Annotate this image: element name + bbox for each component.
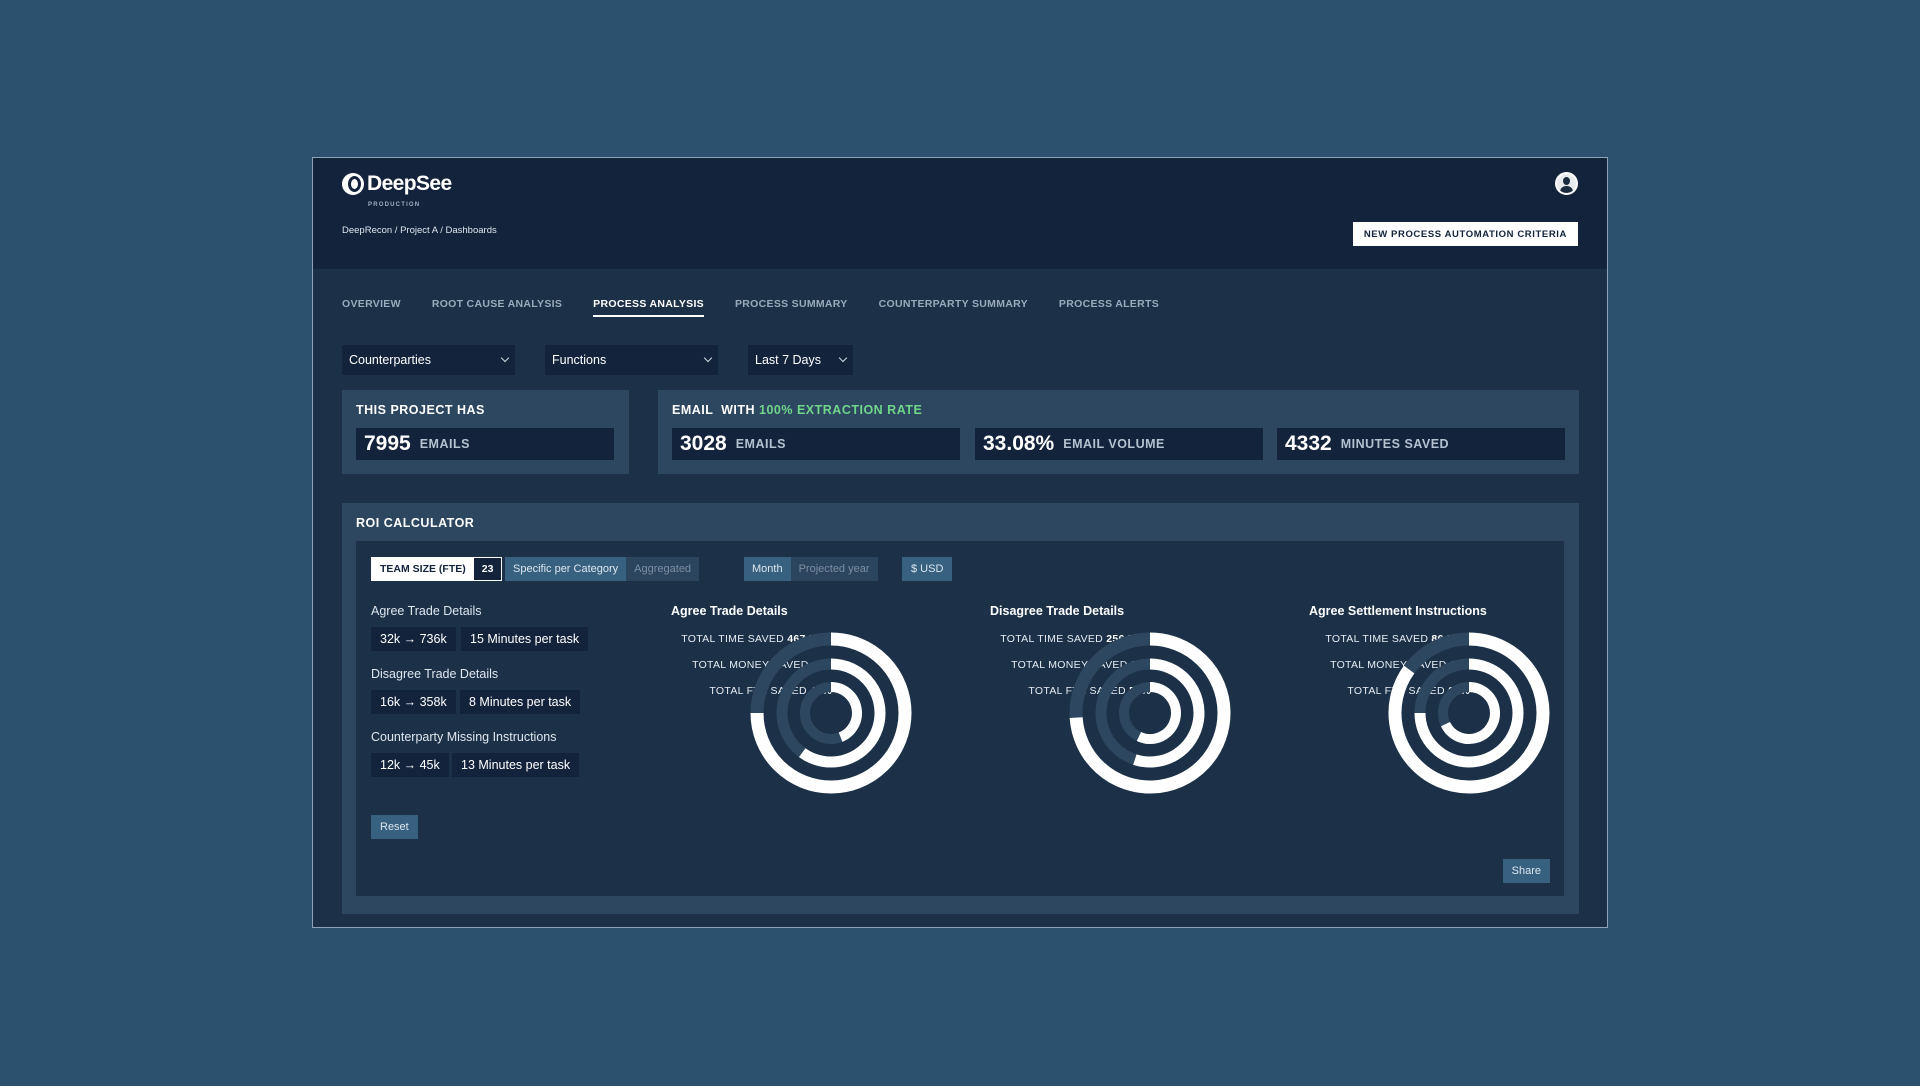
radial-bar-chart: [1388, 632, 1550, 794]
functions-select-value: Functions: [552, 353, 607, 367]
period-select-value: Last 7 Days: [755, 353, 822, 367]
stat-label: EMAILS: [735, 437, 786, 451]
user-avatar[interactable]: [1555, 172, 1578, 195]
category-time-per-task[interactable]: 15 Minutes per task: [461, 627, 589, 651]
deepsee-logo-icon: [342, 173, 364, 195]
chevron-down-icon: [500, 353, 510, 363]
tab-bar: OVERVIEW ROOT CAUSE ANALYSIS PROCESS ANA…: [342, 298, 1190, 317]
extraction-card: EMAIL WITH 100% EXTRACTION RATE 3028 EMA…: [658, 390, 1579, 474]
stat-label: MINUTES SAVED: [1340, 437, 1450, 451]
tab-counterparty-summary[interactable]: COUNTERPARTY SUMMARY: [879, 298, 1028, 317]
new-process-automation-criteria-button[interactable]: NEW PROCESS AUTOMATION CRITERIA: [1352, 222, 1578, 246]
breadcrumb[interactable]: DeepRecon / Project A / Dashboards: [342, 225, 497, 236]
app-name: DeepSee: [367, 172, 452, 195]
chart-title: Agree Settlement Instructions: [1309, 604, 1487, 618]
specific-per-category-option[interactable]: Specific per Category: [505, 557, 627, 581]
ring-total-fte-saved: [830, 682, 862, 742]
minutes-saved-stat: 4332 MINUTES SAVED: [1277, 428, 1565, 460]
stat-label: EMAIL VOLUME: [1063, 437, 1165, 451]
extraction-title: EMAIL WITH 100% EXTRACTION RATE: [672, 403, 922, 417]
reset-button[interactable]: Reset: [371, 815, 418, 839]
category-time-per-task[interactable]: 13 Minutes per task: [452, 753, 580, 777]
top-bar: DeepSee PRODUCTION DeepRecon / Project A…: [313, 158, 1607, 269]
counterparties-select-value: Counterparties: [349, 353, 431, 367]
category-name: Agree Trade Details: [371, 604, 482, 618]
project-summary-card: THIS PROJECT HAS 7995 EMAILS: [342, 390, 629, 474]
roi-calculator-title: ROI CALCULATOR: [356, 516, 475, 530]
project-emails-value: 7995: [364, 432, 411, 455]
ring-total-money-saved: [798, 658, 886, 768]
category-time-per-task[interactable]: 8 Minutes per task: [460, 690, 581, 714]
share-button[interactable]: Share: [1502, 859, 1550, 883]
functions-select[interactable]: Functions: [545, 345, 718, 375]
tab-process-analysis[interactable]: PROCESS ANALYSIS: [593, 298, 704, 317]
counterparties-select[interactable]: Counterparties: [342, 345, 515, 375]
logo[interactable]: DeepSee: [342, 172, 452, 196]
category-name: Disagree Trade Details: [371, 667, 499, 681]
extraction-rate-highlight: 100% EXTRACTION RATE: [759, 403, 923, 417]
app-window: DeepSee PRODUCTION DeepRecon / Project A…: [312, 157, 1608, 928]
environment-label: PRODUCTION: [368, 202, 421, 208]
tab-overview[interactable]: OVERVIEW: [342, 298, 401, 317]
tab-process-alerts[interactable]: PROCESS ALERTS: [1059, 298, 1159, 317]
month-option[interactable]: Month: [744, 557, 791, 581]
roi-calculator-card: ROI CALCULATOR TEAM SIZE (FTE) 23 Specif…: [342, 503, 1579, 914]
aggregated-option[interactable]: Aggregated: [626, 557, 699, 581]
filter-bar: Counterparties Functions Last 7 Days: [342, 345, 883, 375]
roi-calculator-panel: TEAM SIZE (FTE) 23 Specific per Category…: [356, 541, 1564, 896]
chevron-down-icon: [703, 353, 713, 363]
project-summary-title: THIS PROJECT HAS: [356, 403, 485, 417]
projected-year-option[interactable]: Projected year: [791, 557, 878, 581]
extraction-emails-stat: 3028 EMAILS: [672, 428, 960, 460]
team-size-label: TEAM SIZE (FTE): [380, 563, 466, 575]
team-size-input[interactable]: TEAM SIZE (FTE) 23: [371, 557, 503, 581]
radial-bar-chart: [750, 632, 912, 794]
stat-value: 4332: [1285, 432, 1332, 455]
category-range[interactable]: 32k → 736k: [371, 627, 456, 651]
chevron-down-icon: [838, 353, 848, 363]
category-range[interactable]: 12k → 45k: [371, 753, 449, 777]
chart-title: Agree Trade Details: [671, 604, 788, 618]
category-mode-toggle: Specific per Category Aggregated: [505, 557, 700, 581]
stat-value: 3028: [680, 432, 727, 455]
category-range[interactable]: 16k → 358k: [371, 690, 456, 714]
extraction-title-prefix: EMAIL WITH: [672, 403, 760, 417]
radial-bar-chart: [1069, 632, 1231, 794]
project-emails-label: EMAILS: [419, 437, 470, 451]
currency-selector[interactable]: $ USD: [902, 557, 953, 581]
team-size-value[interactable]: 23: [473, 558, 502, 580]
ring-total-fte-saved: [1136, 682, 1181, 744]
project-emails-stat: 7995 EMAILS: [356, 428, 614, 460]
email-volume-stat: 33.08% EMAIL VOLUME: [975, 428, 1263, 460]
tab-process-summary[interactable]: PROCESS SUMMARY: [735, 298, 848, 317]
period-mode-toggle: Month Projected year: [744, 557, 878, 581]
period-select[interactable]: Last 7 Days: [748, 345, 853, 375]
tab-root-cause-analysis[interactable]: ROOT CAUSE ANALYSIS: [432, 298, 562, 317]
ring-total-money-saved: [1133, 658, 1205, 768]
category-name: Counterparty Missing Instructions: [371, 730, 557, 744]
stat-value: 33.08%: [983, 432, 1055, 455]
chart-title: Disagree Trade Details: [990, 604, 1125, 618]
